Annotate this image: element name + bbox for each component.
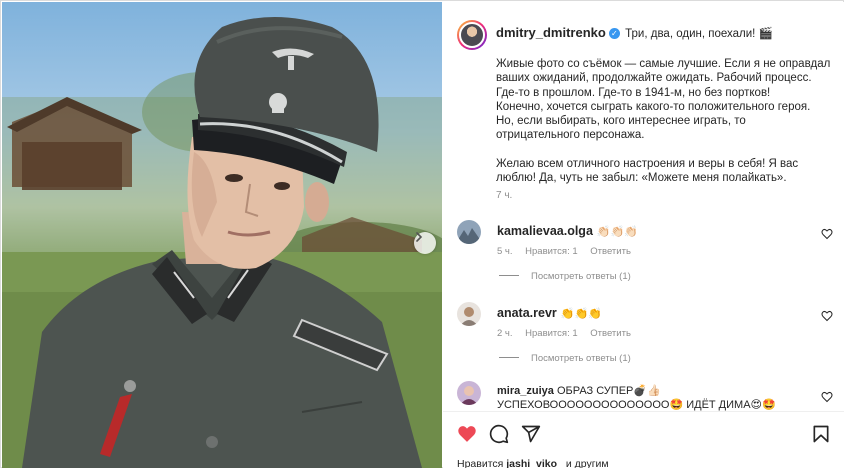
view-replies-button[interactable]: Посмотреть ответы (1) [499,353,631,364]
author-username[interactable]: dmitry_dmitrenko [496,25,606,40]
share-icon[interactable] [521,424,541,444]
commenter-avatar[interactable] [457,220,481,244]
commenter-name[interactable]: kamalievaa.olga [497,224,593,238]
author-avatar[interactable] [457,20,487,50]
comment-meta: 2 ч. Нравится: 1 Ответить [497,328,641,339]
caption-body: Живые фото со съёмок — самые лучшие. Есл… [496,58,831,185]
commenter-name[interactable]: mira_zuiya [497,385,554,397]
comment-meta: 5 ч. Нравится: 1 Ответить [497,246,641,257]
comment-likes[interactable]: Нравится: 1 [525,328,577,339]
comment-time[interactable]: 5 ч. [497,246,513,257]
likes-suffix[interactable]: и другим [566,458,609,468]
caption-header: dmitry_dmitrenko ✓ Три, два, один, поехал… [496,26,836,41]
caption-lead: Три, два, один, поехали! 🎬 [625,28,773,40]
comment-like-heart-icon[interactable] [821,310,833,322]
likes-prefix: Нравится [457,458,504,468]
comment-like-heart-icon[interactable] [821,228,833,240]
post-photo[interactable] [2,2,442,468]
post-modal: dmitry_dmitrenko ✓ Три, два, один, поехал… [0,0,844,468]
photo-illustration [2,17,442,468]
likes-user[interactable]: jashi_viko_ [506,458,563,468]
next-photo-button[interactable] [414,232,436,254]
likes-summary: Нравится jashi_viko_ и другим [457,458,609,468]
comment-text: 👏🏻👏🏻👏🏻 [596,226,638,238]
heart-filled-icon[interactable] [457,424,477,444]
reply-button[interactable]: Ответить [590,246,631,257]
comment-username: kamalievaa.olga 👏🏻👏🏻👏🏻 [497,224,638,238]
avatar-image [457,381,481,405]
bookmark-icon[interactable] [811,424,831,444]
commenter-name[interactable]: anata.revr [497,306,557,320]
reply-button[interactable]: Ответить [590,328,631,339]
post-side-panel: dmitry_dmitrenko ✓ Три, два, один, поехал… [443,2,844,468]
avatar-image [457,220,481,244]
comment-icon[interactable] [489,424,509,444]
view-replies-button[interactable]: Посмотреть ответы (1) [499,271,631,282]
commenter-avatar[interactable] [457,381,481,405]
comment-like-heart-icon[interactable] [821,391,833,403]
comment-likes[interactable]: Нравится: 1 [525,246,577,257]
comment-time[interactable]: 2 ч. [497,328,513,339]
chevron-right-icon [416,232,423,242]
post-actions-bar: Нравится jashi_viko_ и другим [443,411,844,468]
comment-text: 👏👏👏 [560,308,602,320]
comment-body: mira_zuiya ОБРАЗ СУПЕР💣👍🏻 УСПЕХОВООООООО… [497,384,827,412]
avatar-image [457,302,481,326]
verified-badge-icon: ✓ [608,28,620,39]
comment-username: anata.revr 👏👏👏 [497,306,602,320]
commenter-avatar[interactable] [457,302,481,326]
post-time[interactable]: 7 ч. [496,190,512,201]
